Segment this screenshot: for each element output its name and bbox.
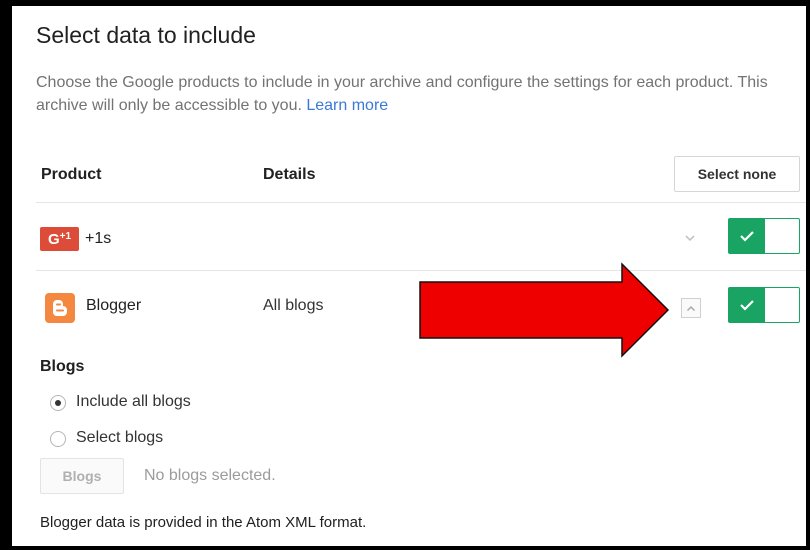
include-all-blogs-radio[interactable]: [50, 395, 66, 411]
takeout-panel: Select data to include Choose the Google…: [12, 6, 806, 546]
select-none-button[interactable]: Select none: [674, 156, 800, 192]
no-blogs-status: No blogs selected.: [144, 467, 276, 484]
toggle-on-segment: [729, 219, 765, 253]
chevron-down-icon[interactable]: [680, 228, 700, 248]
blogs-section-title: Blogs: [40, 358, 85, 375]
column-header-details: Details: [263, 166, 316, 183]
include-toggle-blogger[interactable]: [728, 287, 800, 323]
header-divider: [36, 202, 806, 203]
format-note: Blogger data is provided in the Atom XML…: [40, 514, 367, 531]
page-description: Choose the Google products to include in…: [36, 71, 776, 117]
toggle-on-segment: [729, 288, 765, 322]
google-plus-one-icon: G +1: [40, 227, 79, 251]
product-name: Blogger: [86, 297, 142, 314]
product-name: +1s: [85, 230, 112, 247]
chevron-up-icon[interactable]: [681, 298, 701, 318]
google-plus-icon-sup: +1: [59, 230, 72, 242]
page-title: Select data to include: [36, 22, 256, 48]
learn-more-link[interactable]: Learn more: [306, 97, 388, 114]
product-details: All blogs: [263, 297, 324, 314]
include-toggle-plus-ones[interactable]: [728, 218, 800, 254]
include-all-blogs-label[interactable]: Include all blogs: [76, 393, 191, 411]
column-header-product: Product: [41, 166, 102, 183]
google-plus-icon-letter: G: [47, 230, 60, 248]
checkmark-icon: [740, 300, 754, 311]
description-text: Choose the Google products to include in…: [36, 74, 768, 114]
select-blogs-radio[interactable]: [50, 431, 66, 447]
select-blogs-label[interactable]: Select blogs: [76, 429, 163, 447]
checkmark-icon: [740, 231, 754, 242]
annotation-arrow-icon: [419, 262, 670, 358]
blogs-button: Blogs: [40, 458, 124, 494]
blogger-icon: [45, 293, 75, 323]
